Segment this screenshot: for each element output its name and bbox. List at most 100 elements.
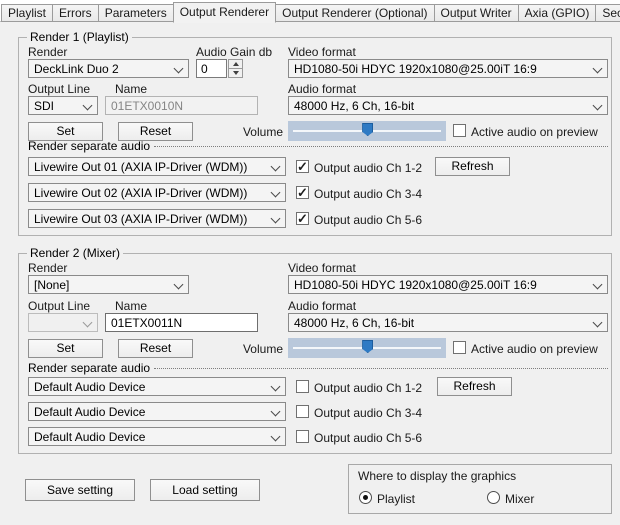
graphics-group-title: Where to display the graphics [358, 469, 516, 483]
render1-video-format-select[interactable]: HD1080-50i HDYC 1920x1080@25.00iT 16:9 [288, 59, 608, 78]
render1-audio-format-value: 48000 Hz, 6 Ch, 16-bit [294, 99, 414, 113]
render1-output-line-value: SDI [34, 99, 54, 113]
render1-audio-gain-label: Audio Gain db [196, 45, 272, 59]
render1-separate-audio-device-2[interactable]: Livewire Out 02 (AXIA IP-Driver (WDM)) [28, 183, 286, 202]
render1-refresh-button[interactable]: Refresh [435, 157, 510, 176]
render1-separate-audio-device-1[interactable]: Livewire Out 01 (AXIA IP-Driver (WDM)) [28, 157, 286, 176]
render2-refresh-button[interactable]: Refresh [437, 377, 512, 396]
render2-separate-audio-device-3[interactable]: Default Audio Device [28, 427, 286, 446]
render2-active-audio-checkbox[interactable] [453, 341, 466, 354]
chevron-down-icon [174, 64, 184, 74]
render2-name-field[interactable] [105, 313, 258, 332]
render2-video-format-value: HD1080-50i HDYC 1920x1080@25.00iT 16:9 [294, 278, 537, 292]
render1-render-select[interactable]: DeckLink Duo 2 [28, 59, 189, 78]
render2-ch12-label: Output audio Ch 1-2 [314, 381, 422, 395]
render2-ch34-label: Output audio Ch 3-4 [314, 406, 422, 420]
device-value: Default Audio Device [34, 430, 145, 444]
render1-ch56-label: Output audio Ch 5-6 [314, 213, 422, 227]
render2-reset-button[interactable]: Reset [118, 339, 193, 358]
chevron-down-icon [271, 432, 281, 442]
render2-output-line-select[interactable] [28, 313, 98, 332]
device-value: Livewire Out 01 (AXIA IP-Driver (WDM)) [34, 160, 247, 174]
render2-audio-format-value: 48000 Hz, 6 Ch, 16-bit [294, 316, 414, 330]
render1-video-format-value: HD1080-50i HDYC 1920x1080@25.00iT 16:9 [294, 62, 537, 76]
render2-group-title: Render 2 (Mixer) [27, 246, 123, 260]
arrow-down-icon [233, 71, 239, 75]
tab-output-renderer[interactable]: Output Renderer [173, 2, 276, 23]
render1-ch56-checkbox[interactable] [296, 212, 309, 225]
render1-separate-audio-device-3[interactable]: Livewire Out 03 (AXIA IP-Driver (WDM)) [28, 209, 286, 228]
render1-volume-label: Volume [241, 125, 283, 139]
render2-separate-audio-header: Render separate audio [28, 361, 608, 375]
render2-ch56-checkbox[interactable] [296, 430, 309, 443]
tab-output-renderer-optional[interactable]: Output Renderer (Optional) [275, 4, 434, 22]
render2-ch12-checkbox[interactable] [296, 380, 309, 393]
render1-output-line-select[interactable]: SDI [28, 96, 98, 115]
render1-ch34-label: Output audio Ch 3-4 [314, 187, 422, 201]
render1-group-title: Render 1 (Playlist) [27, 30, 132, 44]
chevron-down-icon [593, 280, 603, 290]
graphics-playlist-label: Playlist [377, 492, 415, 506]
render2-separate-audio-device-2[interactable]: Default Audio Device [28, 402, 286, 421]
chevron-down-icon [271, 188, 281, 198]
volume-slider-thumb[interactable] [362, 123, 373, 136]
render2-ch56-label: Output audio Ch 5-6 [314, 431, 422, 445]
graphics-display-groupbox: Where to display the graphics Playlist M… [348, 464, 612, 514]
device-value: Livewire Out 03 (AXIA IP-Driver (WDM)) [34, 212, 247, 226]
graphics-playlist-radio[interactable] [359, 491, 372, 504]
render1-active-audio-label: Active audio on preview [471, 125, 598, 139]
render2-set-button[interactable]: Set [28, 339, 103, 358]
chevron-down-icon [271, 162, 281, 172]
render2-render-value: [None] [34, 278, 69, 292]
render1-output-line-label: Output Line [28, 82, 90, 96]
load-setting-button[interactable]: Load setting [150, 479, 260, 501]
render2-ch34-checkbox[interactable] [296, 405, 309, 418]
render2-render-label: Render [28, 261, 67, 275]
render2-video-format-select[interactable]: HD1080-50i HDYC 1920x1080@25.00iT 16:9 [288, 275, 608, 294]
graphics-mixer-label: Mixer [505, 492, 534, 506]
chevron-down-icon [174, 280, 184, 290]
tab-playlist[interactable]: Playlist [1, 4, 53, 22]
volume-slider-thumb[interactable] [362, 340, 373, 353]
tab-strip: Playlist Errors Parameters Output Render… [1, 2, 620, 22]
tab-axia-gpio[interactable]: Axia (GPIO) [518, 4, 597, 22]
render1-ch12-label: Output audio Ch 1-2 [314, 161, 422, 175]
render2-output-line-label: Output Line [28, 299, 90, 313]
render2-audio-format-select[interactable]: 48000 Hz, 6 Ch, 16-bit [288, 313, 608, 332]
tab-output-writer[interactable]: Output Writer [434, 4, 519, 22]
render1-active-audio-checkbox[interactable] [453, 124, 466, 137]
render2-render-select[interactable]: [None] [28, 275, 189, 294]
render1-render-label: Render [28, 45, 67, 59]
tab-parameters[interactable]: Parameters [98, 4, 174, 22]
chevron-down-icon [271, 382, 281, 392]
save-setting-button[interactable]: Save setting [25, 479, 135, 501]
dotted-separator [154, 146, 608, 147]
render2-audio-format-label: Audio format [288, 299, 356, 313]
render1-audio-format-select[interactable]: 48000 Hz, 6 Ch, 16-bit [288, 96, 608, 115]
tab-secondary-events[interactable]: Secondary Events [595, 4, 620, 22]
chevron-down-icon [593, 318, 603, 328]
chevron-down-icon [593, 101, 603, 111]
chevron-down-icon [83, 101, 93, 111]
graphics-mixer-radio[interactable] [487, 491, 500, 504]
render2-volume-slider[interactable] [288, 338, 446, 358]
device-value: Default Audio Device [34, 380, 145, 394]
render1-name-field[interactable] [105, 96, 258, 115]
render1-separate-audio-header: Render separate audio [28, 139, 608, 153]
render1-separate-audio-label: Render separate audio [28, 139, 150, 153]
arrow-up-icon [233, 62, 239, 66]
render1-audio-gain-stepper[interactable]: 0 [196, 59, 243, 78]
render2-volume-label: Volume [241, 342, 283, 356]
render1-audio-gain-value[interactable]: 0 [196, 59, 227, 78]
chevron-down-icon [271, 407, 281, 417]
render1-name-label: Name [115, 82, 147, 96]
render1-ch12-checkbox[interactable] [296, 160, 309, 173]
render1-render-value: DeckLink Duo 2 [34, 62, 119, 76]
device-value: Default Audio Device [34, 405, 145, 419]
render1-audio-format-label: Audio format [288, 82, 356, 96]
spinner-down-button[interactable] [228, 68, 243, 78]
render2-separate-audio-device-1[interactable]: Default Audio Device [28, 377, 286, 396]
render1-volume-slider[interactable] [288, 121, 446, 141]
tab-errors[interactable]: Errors [52, 4, 99, 22]
render1-ch34-checkbox[interactable] [296, 186, 309, 199]
